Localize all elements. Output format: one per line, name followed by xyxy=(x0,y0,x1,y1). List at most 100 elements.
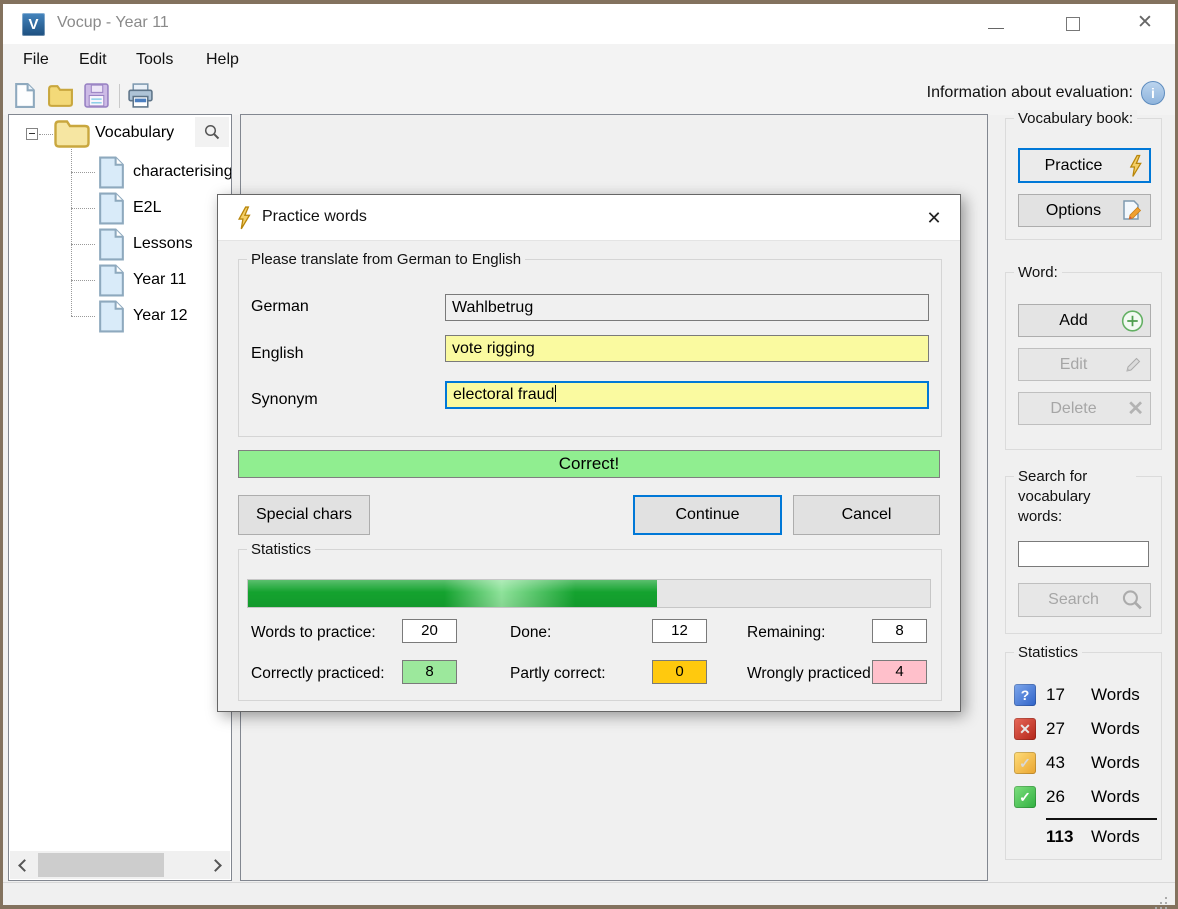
save-icon[interactable] xyxy=(83,82,110,109)
info-icon[interactable]: i xyxy=(1141,81,1165,105)
synonym-label: Synonym xyxy=(251,391,318,408)
synonym-value: electoral fraud xyxy=(453,386,555,403)
add-button-label: Add xyxy=(1059,311,1088,329)
german-label: German xyxy=(251,298,309,315)
practice-statistics-title: Statistics xyxy=(247,541,316,558)
menu-tools[interactable]: Tools xyxy=(136,51,173,69)
done-label: Done: xyxy=(510,624,552,641)
result-banner: Correct! xyxy=(238,450,940,478)
scroll-right-icon[interactable] xyxy=(209,859,222,872)
translate-group: Please translate from German to English … xyxy=(238,251,942,437)
stat-unit: Words xyxy=(1091,787,1140,806)
dialog-close-button[interactable]: ✕ xyxy=(918,203,950,233)
close-button[interactable]: ✕ xyxy=(1129,9,1161,37)
maximize-button[interactable] xyxy=(1058,14,1088,34)
tree-item-e2l[interactable]: E2L xyxy=(133,199,161,217)
stat-unit: Words xyxy=(1091,753,1140,772)
synonym-field[interactable]: electoral fraud xyxy=(445,381,929,409)
delete-word-button[interactable]: Delete ✕ xyxy=(1018,392,1151,425)
practice-statistics-group: Statistics Words to practice: 20 Done: 1… xyxy=(238,541,942,701)
tree-root-vocabulary[interactable]: Vocabulary xyxy=(95,124,174,142)
special-chars-button[interactable]: Special chars xyxy=(238,495,370,535)
minus-icon xyxy=(29,133,35,134)
print-icon[interactable] xyxy=(127,82,154,109)
delete-x-icon: ✕ xyxy=(1127,397,1144,420)
cancel-button[interactable]: Cancel xyxy=(793,495,940,535)
scrollbar-thumb[interactable] xyxy=(38,853,164,877)
search-button[interactable]: Search xyxy=(1018,583,1151,617)
stat-unit: Words xyxy=(1091,719,1140,738)
german-field[interactable]: Wahlbetrug xyxy=(445,294,929,321)
tree-item-lessons[interactable]: Lessons xyxy=(133,235,193,253)
word-group: Word: Add Edit Delete ✕ xyxy=(1005,264,1162,450)
word-group-title: Word: xyxy=(1014,264,1062,281)
search-icon xyxy=(1121,589,1144,612)
minimize-button[interactable] xyxy=(981,16,1011,34)
stat-count: 43 xyxy=(1046,753,1065,772)
tree-connector xyxy=(39,134,53,135)
plus-circle-icon xyxy=(1121,309,1144,332)
delete-button-label: Delete xyxy=(1050,399,1097,417)
options-button-label: Options xyxy=(1045,201,1102,219)
vocabulary-book-title: Vocabulary book: xyxy=(1014,110,1138,127)
statistics-group: Statistics ? 17 Words ✕ 27 Words ✓ 43 Wo… xyxy=(1005,644,1162,860)
lightning-icon xyxy=(1128,154,1143,177)
document-icon xyxy=(98,156,125,194)
app-window: V Vocup - Year 11 ✕ File Edit Tools Help… xyxy=(3,4,1175,905)
tree-connector xyxy=(71,149,72,316)
tree-item-characterising[interactable]: characterising xyxy=(133,163,231,181)
orange-check-icon: ✓ xyxy=(1014,752,1036,774)
open-folder-icon[interactable] xyxy=(47,82,74,109)
total-divider xyxy=(1046,818,1157,820)
question-mark-icon: ? xyxy=(1014,684,1036,706)
app-logo-icon: V xyxy=(22,13,45,36)
horizontal-scrollbar[interactable] xyxy=(10,851,230,879)
partly-correct-label: Partly correct: xyxy=(510,665,606,682)
red-cross-icon: ✕ xyxy=(1014,718,1036,740)
stat-count: 17 xyxy=(1046,685,1065,704)
vocabulary-search-input[interactable] xyxy=(1018,541,1149,567)
menu-help[interactable]: Help xyxy=(206,51,239,69)
folder-icon xyxy=(53,118,91,154)
tree-connector xyxy=(71,244,95,245)
scroll-left-icon[interactable] xyxy=(18,859,31,872)
new-file-icon[interactable] xyxy=(11,82,38,109)
status-bar xyxy=(3,882,1175,905)
tree-collapse-toggle[interactable] xyxy=(26,128,38,140)
statistics-group-title: Statistics xyxy=(1014,644,1083,661)
practice-button[interactable]: Practice xyxy=(1018,148,1151,183)
close-icon: ✕ xyxy=(1137,12,1153,33)
english-field[interactable]: vote rigging xyxy=(445,335,929,362)
continue-button[interactable]: Continue xyxy=(633,495,782,535)
menu-bar: File Edit Tools Help xyxy=(3,44,1175,78)
edit-page-icon xyxy=(1120,199,1144,223)
title-bar: V Vocup - Year 11 ✕ xyxy=(3,4,1175,44)
pencil-icon xyxy=(1122,354,1144,376)
practice-button-label: Practice xyxy=(1044,156,1103,174)
remaining-label: Remaining: xyxy=(747,624,826,641)
dialog-title: Practice words xyxy=(262,208,367,225)
edit-word-button[interactable]: Edit xyxy=(1018,348,1151,381)
document-icon xyxy=(98,192,125,230)
desktop-frame: V Vocup - Year 11 ✕ File Edit Tools Help… xyxy=(0,0,1178,909)
add-word-button[interactable]: Add xyxy=(1018,304,1151,337)
lightning-icon xyxy=(236,206,252,235)
vocabulary-book-group: Vocabulary book: Practice Options xyxy=(1005,110,1162,240)
edit-button-label: Edit xyxy=(1059,355,1088,373)
tree-connector xyxy=(71,208,95,209)
maximize-icon xyxy=(1066,17,1080,31)
options-button[interactable]: Options xyxy=(1018,194,1151,227)
tree-item-year-12[interactable]: Year 12 xyxy=(133,307,188,325)
correctly-practiced-value: 8 xyxy=(402,660,457,684)
done-value: 12 xyxy=(652,619,707,643)
wrongly-practiced-label: Wrongly practiced: xyxy=(747,665,876,682)
tree-search-button[interactable] xyxy=(195,117,229,147)
window-title: Vocup - Year 11 xyxy=(57,14,169,31)
menu-file[interactable]: File xyxy=(23,51,49,69)
words-to-practice-label: Words to practice: xyxy=(251,624,376,641)
menu-edit[interactable]: Edit xyxy=(79,51,107,69)
translate-group-title: Please translate from German to English xyxy=(247,251,526,268)
minimize-icon xyxy=(988,28,1004,29)
resize-grip-icon[interactable] xyxy=(1165,897,1167,899)
tree-item-year-11[interactable]: Year 11 xyxy=(133,271,186,289)
